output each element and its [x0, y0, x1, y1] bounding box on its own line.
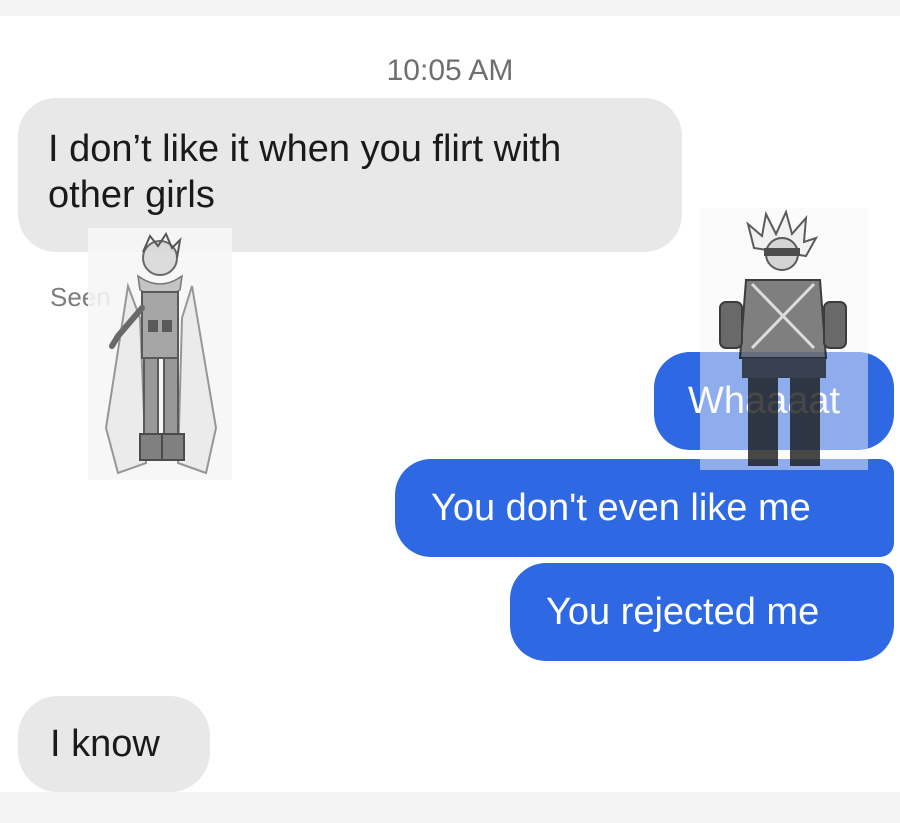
incoming-message-bubble[interactable]: I know [18, 696, 210, 792]
caped-hero-icon [104, 231, 218, 475]
message-timestamp: 10:05 AM [386, 54, 514, 87]
chat-screen: 10:05 AM I don’t like it when you flirt … [0, 16, 900, 792]
armored-hero-icon [719, 209, 847, 466]
armored-hero-sticker [700, 208, 868, 470]
outgoing-message-bubble[interactable]: You don't even like me [395, 459, 894, 557]
outgoing-message-bubble[interactable]: You rejected me [510, 563, 894, 661]
caped-hero-sticker [88, 228, 232, 480]
